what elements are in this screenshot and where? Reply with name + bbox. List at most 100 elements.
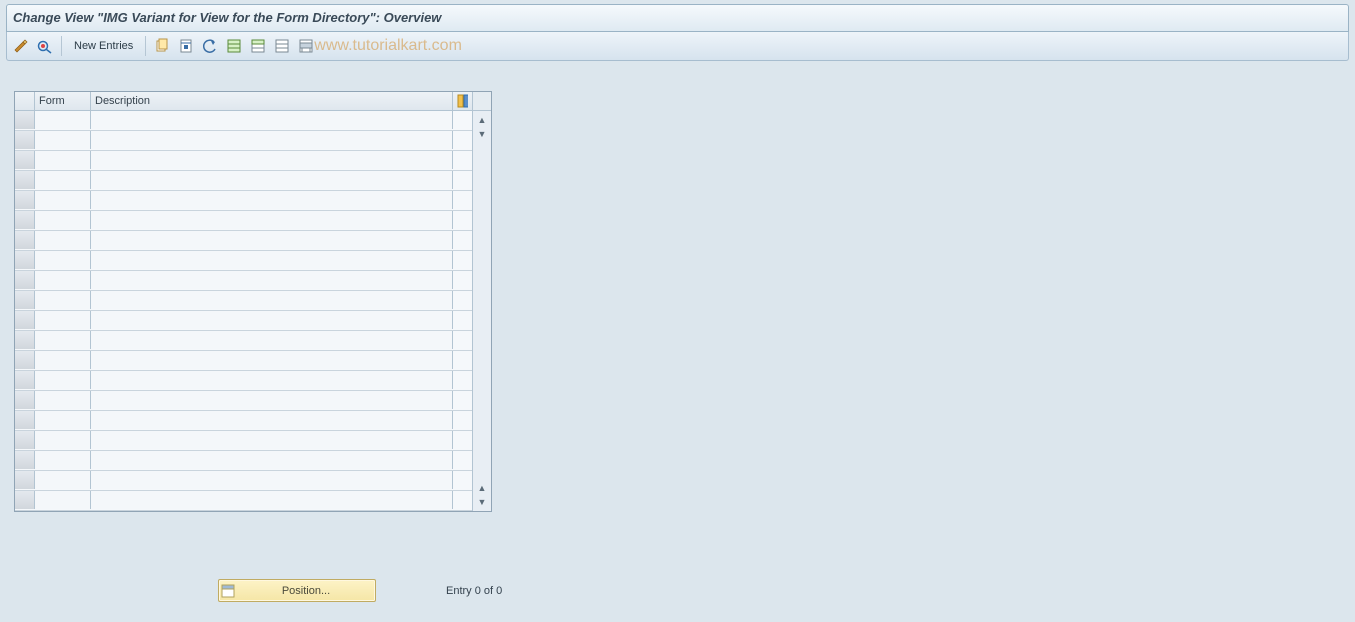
row-selector[interactable] bbox=[15, 191, 35, 209]
table-row[interactable] bbox=[15, 271, 491, 291]
cell-form[interactable] bbox=[35, 171, 91, 189]
column-header-description[interactable]: Description bbox=[91, 92, 453, 110]
table-row[interactable] bbox=[15, 251, 491, 271]
new-entries-button[interactable]: New Entries bbox=[68, 36, 139, 56]
cell-form[interactable] bbox=[35, 271, 91, 289]
select-block-icon[interactable] bbox=[248, 36, 268, 56]
cell-description[interactable] bbox=[91, 311, 453, 329]
row-selector[interactable] bbox=[15, 351, 35, 369]
cell-form[interactable] bbox=[35, 131, 91, 149]
cell-description[interactable] bbox=[91, 211, 453, 229]
row-selector[interactable] bbox=[15, 131, 35, 149]
cell-description[interactable] bbox=[91, 411, 453, 429]
cell-description[interactable] bbox=[91, 171, 453, 189]
cell-description[interactable] bbox=[91, 331, 453, 349]
table-row[interactable] bbox=[15, 311, 491, 331]
vertical-scrollbar[interactable]: ▲ ▼ ▲ ▼ bbox=[472, 111, 491, 511]
cell-form[interactable] bbox=[35, 351, 91, 369]
table-row[interactable] bbox=[15, 131, 491, 151]
cell-form[interactable] bbox=[35, 111, 91, 129]
table-row[interactable] bbox=[15, 491, 491, 511]
row-selector[interactable] bbox=[15, 371, 35, 389]
table-row[interactable] bbox=[15, 111, 491, 131]
row-selector[interactable] bbox=[15, 471, 35, 489]
cell-description[interactable] bbox=[91, 471, 453, 489]
row-selector[interactable] bbox=[15, 311, 35, 329]
cell-form[interactable] bbox=[35, 491, 91, 509]
row-selector[interactable] bbox=[15, 251, 35, 269]
scroll-up-end-icon[interactable]: ▲ bbox=[475, 481, 489, 495]
table-row[interactable] bbox=[15, 411, 491, 431]
cell-form[interactable] bbox=[35, 391, 91, 409]
cell-form[interactable] bbox=[35, 211, 91, 229]
table-row[interactable] bbox=[15, 431, 491, 451]
toggle-display-change-icon[interactable] bbox=[11, 36, 31, 56]
print-icon[interactable] bbox=[296, 36, 316, 56]
row-selector[interactable] bbox=[15, 151, 35, 169]
row-selector[interactable] bbox=[15, 171, 35, 189]
scroll-down-icon[interactable]: ▼ bbox=[475, 127, 489, 141]
cell-form[interactable] bbox=[35, 371, 91, 389]
cell-form[interactable] bbox=[35, 411, 91, 429]
table-row[interactable] bbox=[15, 191, 491, 211]
cell-form[interactable] bbox=[35, 471, 91, 489]
table-row[interactable] bbox=[15, 451, 491, 471]
cell-form[interactable] bbox=[35, 251, 91, 269]
row-selector-header[interactable] bbox=[15, 92, 35, 110]
cell-description[interactable] bbox=[91, 151, 453, 169]
row-selector[interactable] bbox=[15, 331, 35, 349]
table-row[interactable] bbox=[15, 171, 491, 191]
row-selector[interactable] bbox=[15, 451, 35, 469]
table-row[interactable] bbox=[15, 371, 491, 391]
row-selector[interactable] bbox=[15, 291, 35, 309]
table-row[interactable] bbox=[15, 471, 491, 491]
cell-description[interactable] bbox=[91, 231, 453, 249]
select-all-icon[interactable] bbox=[224, 36, 244, 56]
cell-form[interactable] bbox=[35, 151, 91, 169]
delete-icon[interactable] bbox=[176, 36, 196, 56]
table-row[interactable] bbox=[15, 151, 491, 171]
row-selector[interactable] bbox=[15, 431, 35, 449]
other-view-icon[interactable] bbox=[35, 36, 55, 56]
cell-form[interactable] bbox=[35, 431, 91, 449]
cell-form[interactable] bbox=[35, 231, 91, 249]
cell-description[interactable] bbox=[91, 431, 453, 449]
cell-form[interactable] bbox=[35, 291, 91, 309]
undo-change-icon[interactable] bbox=[200, 36, 220, 56]
cell-description[interactable] bbox=[91, 271, 453, 289]
row-selector[interactable] bbox=[15, 411, 35, 429]
cell-form[interactable] bbox=[35, 451, 91, 469]
cell-description[interactable] bbox=[91, 491, 453, 509]
table-settings-icon[interactable] bbox=[453, 92, 473, 110]
table-row[interactable] bbox=[15, 291, 491, 311]
row-selector[interactable] bbox=[15, 271, 35, 289]
table-row[interactable] bbox=[15, 211, 491, 231]
table-row[interactable] bbox=[15, 351, 491, 371]
cell-description[interactable] bbox=[91, 191, 453, 209]
cell-form[interactable] bbox=[35, 331, 91, 349]
cell-form[interactable] bbox=[35, 311, 91, 329]
table-row[interactable] bbox=[15, 231, 491, 251]
cell-description[interactable] bbox=[91, 111, 453, 129]
table-row[interactable] bbox=[15, 331, 491, 351]
position-button[interactable]: Position... bbox=[218, 579, 376, 602]
row-selector[interactable] bbox=[15, 211, 35, 229]
cell-form[interactable] bbox=[35, 191, 91, 209]
column-header-form[interactable]: Form bbox=[35, 92, 91, 110]
cell-description[interactable] bbox=[91, 351, 453, 369]
table-row[interactable] bbox=[15, 391, 491, 411]
row-selector[interactable] bbox=[15, 391, 35, 409]
scroll-up-icon[interactable]: ▲ bbox=[475, 113, 489, 127]
cell-description[interactable] bbox=[91, 131, 453, 149]
cell-description[interactable] bbox=[91, 251, 453, 269]
cell-description[interactable] bbox=[91, 371, 453, 389]
row-selector[interactable] bbox=[15, 491, 35, 509]
row-selector[interactable] bbox=[15, 111, 35, 129]
cell-description[interactable] bbox=[91, 451, 453, 469]
scroll-down-end-icon[interactable]: ▼ bbox=[475, 495, 489, 509]
row-selector[interactable] bbox=[15, 231, 35, 249]
deselect-all-icon[interactable] bbox=[272, 36, 292, 56]
cell-description[interactable] bbox=[91, 391, 453, 409]
cell-description[interactable] bbox=[91, 291, 453, 309]
copy-as-icon[interactable] bbox=[152, 36, 172, 56]
